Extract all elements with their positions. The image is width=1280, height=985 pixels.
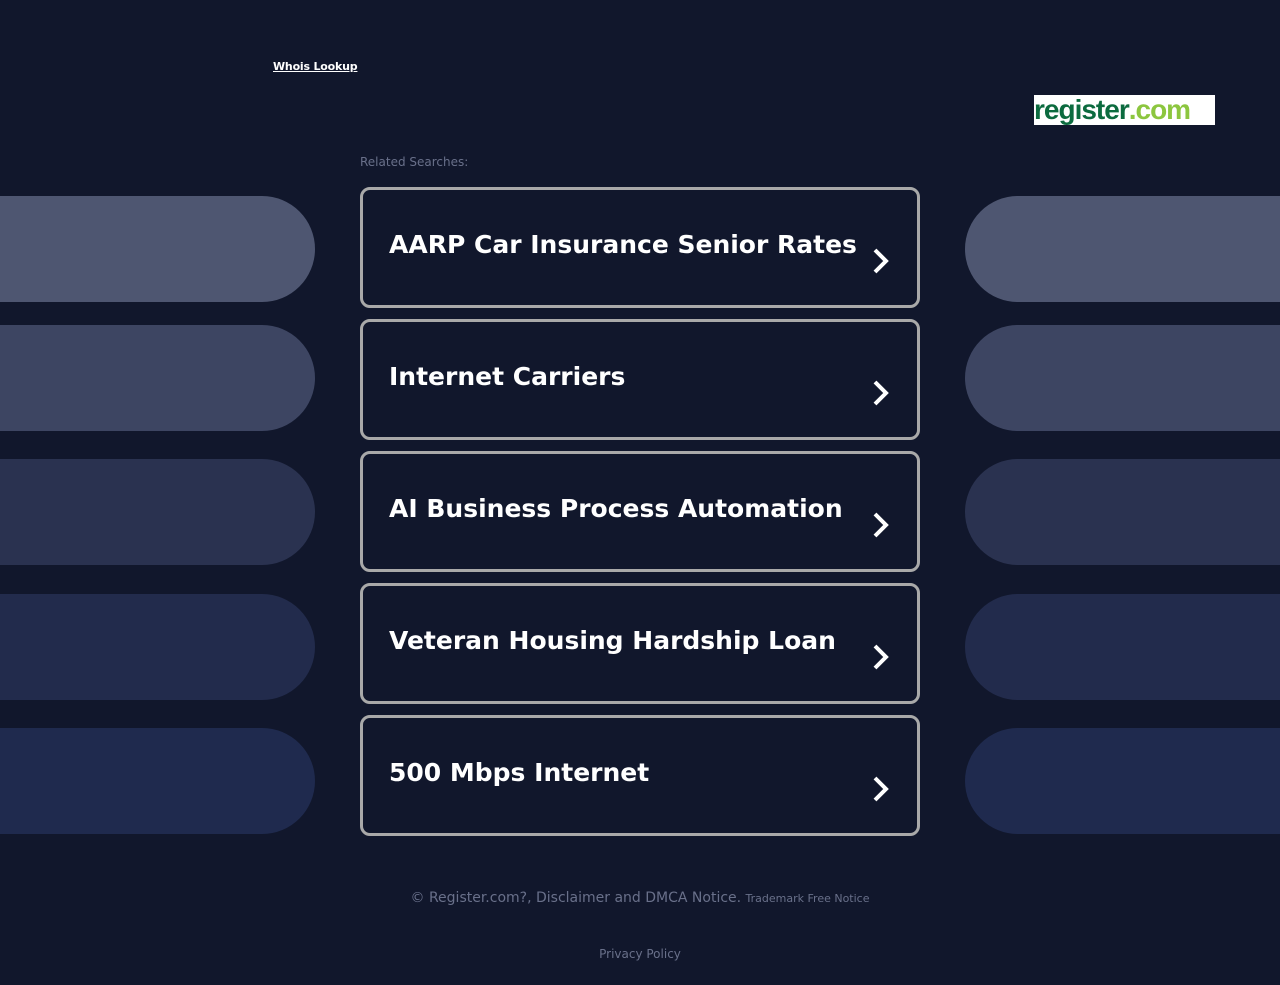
chevron-right-icon bbox=[873, 512, 889, 538]
decorative-pill-right-5 bbox=[965, 728, 1280, 834]
related-search-card[interactable]: AI Business Process Automation bbox=[360, 451, 920, 572]
whois-lookup-link[interactable]: Whois Lookup bbox=[273, 60, 358, 73]
chevron-right-icon bbox=[873, 776, 889, 802]
decorative-pill-right-1 bbox=[965, 196, 1280, 302]
related-search-card[interactable]: AARP Car Insurance Senior Rates bbox=[360, 187, 920, 308]
register-com-logo[interactable]: register. com bbox=[1034, 95, 1215, 125]
logo-tld-text: com bbox=[1135, 95, 1192, 125]
disclaimer-link[interactable]: © Register.com?, Disclaimer and DMCA Not… bbox=[411, 890, 742, 906]
related-search-label: Veteran Housing Hardship Loan bbox=[389, 626, 836, 655]
decorative-pill-left-1 bbox=[0, 196, 315, 302]
related-search-card[interactable]: 500 Mbps Internet bbox=[360, 715, 920, 836]
related-searches-label: Related Searches: bbox=[360, 155, 469, 169]
chevron-right-icon bbox=[873, 248, 889, 274]
logo-main-text: register bbox=[1034, 95, 1130, 125]
chevron-right-icon bbox=[873, 644, 889, 670]
decorative-pill-left-5 bbox=[0, 728, 315, 834]
related-search-label: AI Business Process Automation bbox=[389, 494, 843, 523]
decorative-pill-left-2 bbox=[0, 325, 315, 431]
trademark-notice-link[interactable]: Trademark Free Notice bbox=[746, 892, 870, 905]
logo-dot-text: . bbox=[1128, 95, 1137, 125]
chevron-right-icon bbox=[873, 380, 889, 406]
privacy-policy-link[interactable]: Privacy Policy bbox=[0, 947, 1280, 961]
decorative-pill-left-4 bbox=[0, 594, 315, 700]
related-search-card[interactable]: Internet Carriers bbox=[360, 319, 920, 440]
related-search-label: Internet Carriers bbox=[389, 362, 626, 391]
footer-notice: © Register.com?, Disclaimer and DMCA Not… bbox=[0, 890, 1280, 906]
decorative-pill-left-3 bbox=[0, 459, 315, 565]
decorative-pill-right-3 bbox=[965, 459, 1280, 565]
related-search-card[interactable]: Veteran Housing Hardship Loan bbox=[360, 583, 920, 704]
decorative-pill-right-2 bbox=[965, 325, 1280, 431]
decorative-pill-right-4 bbox=[965, 594, 1280, 700]
parked-domain-page: Whois Lookup register. com Related Search… bbox=[0, 0, 1280, 985]
related-search-label: AARP Car Insurance Senior Rates bbox=[389, 230, 857, 259]
related-search-label: 500 Mbps Internet bbox=[389, 758, 650, 787]
